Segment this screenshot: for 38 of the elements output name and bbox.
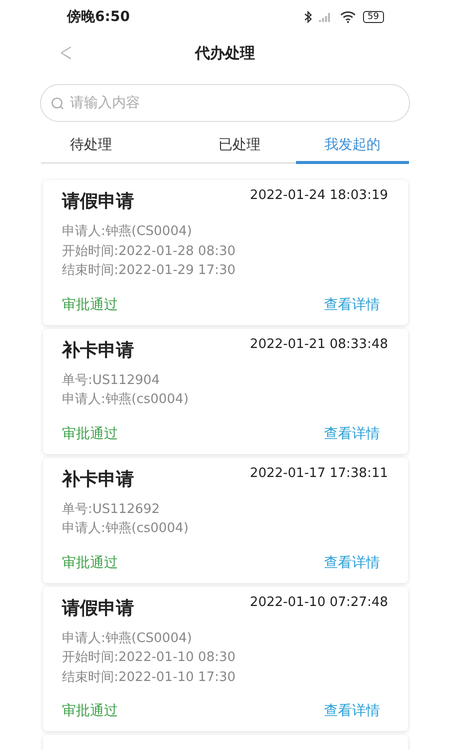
card-field: 开始时间:2022-01-10 08:30 [62, 648, 388, 668]
card-field: 单号:US112904 [62, 370, 388, 390]
tab[interactable]: 我发起的 [296, 128, 409, 164]
card-field: 结束时间:2022-01-10 17:30 [62, 668, 388, 687]
back-button[interactable]: < [59, 40, 72, 66]
status-time: 傍晚6:50 [67, 8, 130, 26]
bluetooth-icon [304, 11, 312, 23]
view-details-link[interactable]: 查看详情 [324, 701, 380, 721]
signal-icon [318, 12, 333, 22]
approval-status: 审批通过 [62, 296, 118, 314]
card-time: 2022-01-24 18:03:19 [250, 187, 388, 205]
card-field: 结束时间:2022-01-29 17:30 [62, 261, 388, 280]
battery-level: 59 [362, 11, 384, 23]
card-field: 申请人:钟燕(cs0004) [62, 519, 388, 538]
approval-status: 审批通过 [62, 554, 118, 572]
tab[interactable]: 已处理 [183, 128, 296, 164]
wifi-icon [340, 11, 356, 23]
view-details-link[interactable]: 查看详情 [324, 424, 380, 444]
approval-status: 审批通过 [62, 424, 118, 444]
card-field: 申请人:钟燕(cs0004) [62, 390, 388, 410]
card-time: 2022-01-10 07:27:48 [250, 594, 388, 612]
card-title: 请假申请 [62, 596, 134, 620]
approval-status: 审批通过 [62, 702, 118, 721]
page-title: 代办处理 [195, 44, 255, 62]
tab[interactable]: 待处理 [41, 128, 183, 164]
card-field: 开始时间:2022-01-28 08:30 [62, 242, 388, 261]
view-details-link[interactable]: 查看详情 [324, 294, 380, 314]
card-field: 单号:US112692 [62, 500, 388, 519]
card-title: 请假申请 [62, 190, 134, 214]
search-icon [51, 97, 64, 110]
card-field: 申请人:钟燕(CS0004) [62, 628, 388, 648]
card-title: 补卡申请 [62, 468, 134, 492]
card-time: 2022-01-17 17:38:11 [250, 464, 388, 482]
card-field: 申请人:钟燕(CS0004) [62, 222, 388, 242]
view-details-link[interactable]: 查看详情 [324, 552, 380, 572]
card-time: 2022-01-21 08:33:48 [250, 336, 388, 354]
search-field[interactable]: 请输入内容 [40, 84, 410, 122]
card-title: 补卡申请 [62, 338, 134, 362]
